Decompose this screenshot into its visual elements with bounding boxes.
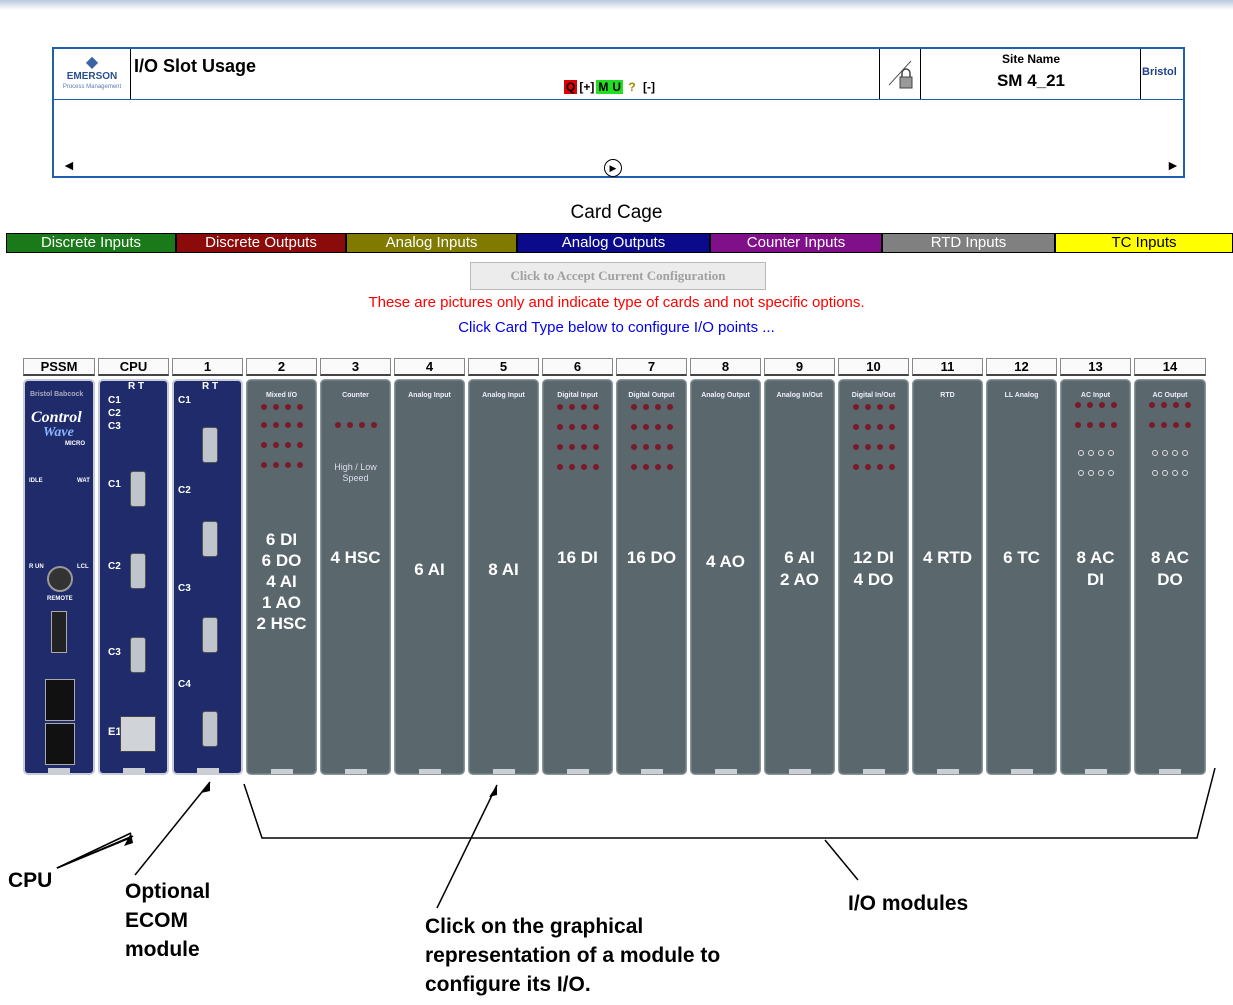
click-callout: Click on the graphical representation of…: [425, 915, 721, 996]
ecom-callout-line: [134, 781, 211, 876]
ecom-callout: Optional ECOM module: [125, 880, 211, 961]
io-bracket: [243, 767, 1216, 839]
callout-lines: [56, 767, 1216, 909]
io-callout: I/O modules: [848, 892, 969, 915]
cpu-callout: CPU: [8, 869, 53, 892]
click-callout-line: [436, 784, 498, 909]
io-callout-line: [824, 839, 859, 881]
